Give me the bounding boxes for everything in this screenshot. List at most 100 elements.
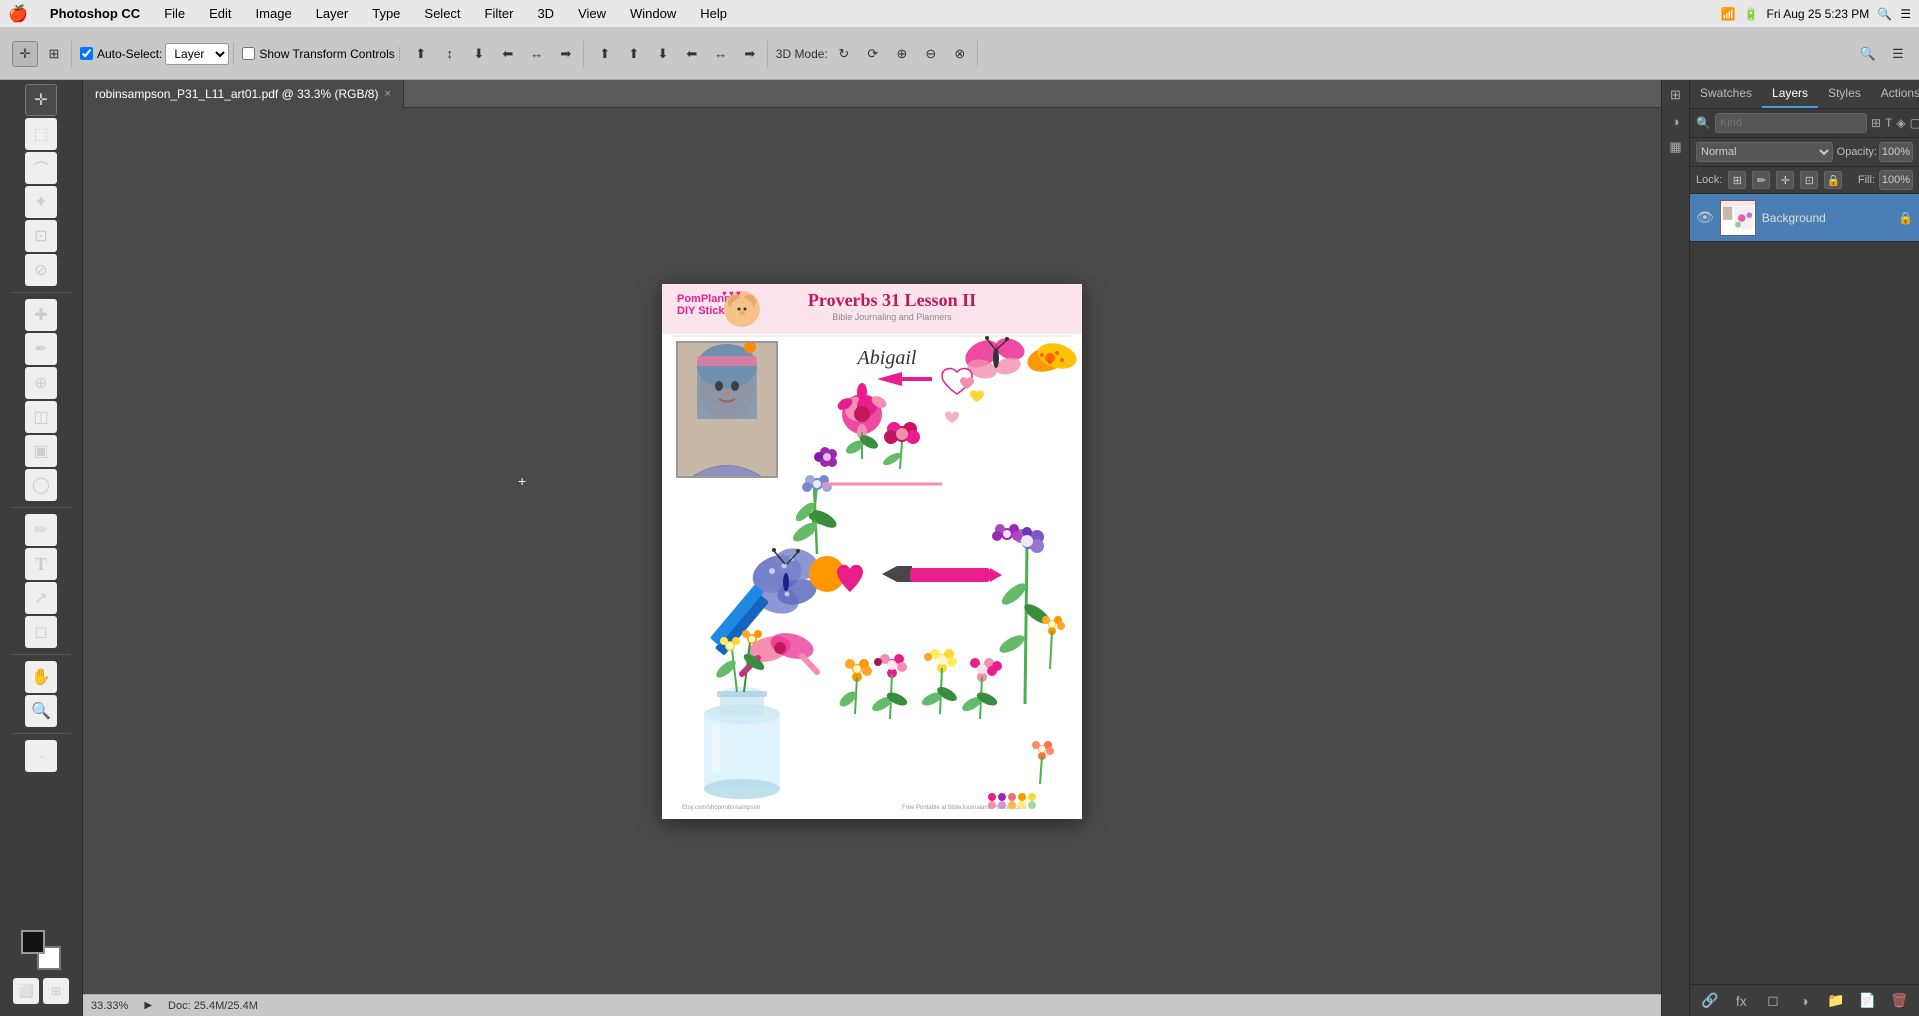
- dist-left-btn[interactable]: ⬅: [679, 41, 705, 67]
- 3dmode-slide-btn[interactable]: ⊖: [918, 41, 944, 67]
- layer-item-background[interactable]: 👁: [1690, 194, 1919, 242]
- new-layer-btn[interactable]: 📄: [1857, 990, 1879, 1012]
- more-tools-btn[interactable]: ···: [25, 740, 57, 772]
- window-menu[interactable]: Window: [624, 6, 682, 21]
- align-vcenter-btn[interactable]: ↕: [437, 41, 463, 67]
- workspace-btn[interactable]: ☰: [1885, 41, 1911, 67]
- blend-mode-select[interactable]: Normal Multiply Screen Overlay: [1696, 142, 1833, 162]
- shape-tool-left[interactable]: ◻: [25, 616, 57, 648]
- crop-tool-left[interactable]: ⊡: [25, 220, 57, 252]
- lock-artboard-btn[interactable]: ⊡: [1800, 171, 1818, 189]
- tab-close-btn[interactable]: ×: [384, 88, 390, 100]
- document-tab[interactable]: robinsampson_P31_L11_art01.pdf @ 33.3% (…: [83, 80, 404, 108]
- 3dmode-scale-btn[interactable]: ⊗: [947, 41, 973, 67]
- filter-adjust-icon[interactable]: T: [1885, 116, 1892, 130]
- zoom-tool-left[interactable]: 🔍: [25, 695, 57, 727]
- dist-top-btn[interactable]: ⬆: [592, 41, 618, 67]
- eraser-tool-left[interactable]: ◫: [25, 401, 57, 433]
- search-icon[interactable]: 🔍: [1877, 7, 1892, 21]
- align-bottom-btn[interactable]: ⬇: [466, 41, 492, 67]
- delete-layer-btn[interactable]: 🗑: [1888, 990, 1910, 1012]
- select-menu[interactable]: Select: [418, 6, 466, 21]
- marquee-tool-left[interactable]: ⬚: [25, 118, 57, 150]
- opacity-input[interactable]: [1879, 142, 1913, 162]
- edit-menu[interactable]: Edit: [203, 6, 237, 21]
- tab-actions[interactable]: Actions: [1871, 80, 1919, 108]
- apple-menu[interactable]: 🍎: [8, 4, 28, 24]
- help-menu[interactable]: Help: [694, 6, 733, 21]
- filter-pixel-icon[interactable]: ⊞: [1871, 116, 1881, 130]
- align-left-btn[interactable]: ⬅: [495, 41, 521, 67]
- lock-position-btn[interactable]: ✛: [1776, 171, 1794, 189]
- filter-menu[interactable]: Filter: [479, 6, 520, 21]
- adjustment-layer-btn[interactable]: ◑: [1793, 990, 1815, 1012]
- layer-mask-btn[interactable]: ◻: [1762, 990, 1784, 1012]
- foreground-background-colors[interactable]: [21, 930, 61, 970]
- filter-shape-icon[interactable]: ▢: [1910, 116, 1919, 130]
- quick-mask-btn[interactable]: ⬜: [13, 978, 39, 1004]
- layer-menu[interactable]: Layer: [310, 6, 355, 21]
- layer-list[interactable]: 👁: [1690, 194, 1919, 984]
- brush-tool-left[interactable]: ✒: [25, 333, 57, 365]
- type-tool-left[interactable]: T: [25, 548, 57, 580]
- canvas-scroll[interactable]: + PomPlanner DIY Stickers: [83, 108, 1661, 994]
- pen-tool-left[interactable]: ✏: [25, 514, 57, 546]
- hand-tool-left[interactable]: ✋: [25, 661, 57, 693]
- 3dmode-pan-btn[interactable]: ⊕: [889, 41, 915, 67]
- 3dmode-roll-btn[interactable]: ⟳: [860, 41, 886, 67]
- move-tool-btn[interactable]: ✛: [12, 41, 38, 67]
- autoselect-checkbox-label[interactable]: Auto-Select:: [80, 47, 162, 61]
- dist-right-btn[interactable]: ➡: [737, 41, 763, 67]
- show-transform-label[interactable]: Show Transform Controls: [242, 47, 394, 61]
- 3d-menu[interactable]: 3D: [531, 6, 560, 21]
- eyedropper-tool-left[interactable]: ⊘: [25, 254, 57, 286]
- tab-styles[interactable]: Styles: [1818, 80, 1871, 108]
- lasso-tool-left[interactable]: ⌒: [25, 152, 57, 184]
- dist-bottom-btn[interactable]: ⬇: [650, 41, 676, 67]
- link-layers-btn[interactable]: 🔗: [1699, 990, 1721, 1012]
- move-tool-left[interactable]: ✛: [25, 84, 57, 116]
- lock-all-btn[interactable]: 🔒: [1824, 171, 1842, 189]
- screen-mode-btn[interactable]: ⊞: [43, 978, 69, 1004]
- foreground-color-swatch[interactable]: [21, 930, 45, 954]
- search-btn[interactable]: 🔍: [1855, 41, 1881, 67]
- new-group-btn[interactable]: 📁: [1825, 990, 1847, 1012]
- layers-search-input[interactable]: [1715, 113, 1867, 133]
- layer-visibility-eye[interactable]: 👁: [1696, 209, 1714, 226]
- tab-swatches[interactable]: Swatches: [1690, 80, 1762, 108]
- app-name-menu[interactable]: Photoshop CC: [44, 6, 146, 21]
- autoselect-checkbox[interactable]: [80, 47, 93, 60]
- align-hcenter-btn[interactable]: ↔: [524, 41, 550, 67]
- panel-tool-icon-2[interactable]: ◑: [1665, 110, 1687, 132]
- quickselect-tool-left[interactable]: ✦: [25, 186, 57, 218]
- healing-tool-left[interactable]: ✚: [25, 299, 57, 331]
- image-menu[interactable]: Image: [250, 6, 298, 21]
- file-menu[interactable]: File: [158, 6, 191, 21]
- lock-pixels-btn[interactable]: ⊞: [1728, 171, 1746, 189]
- dist-vcenter-btn[interactable]: ⬆: [621, 41, 647, 67]
- fill-input[interactable]: [1879, 170, 1913, 190]
- panel-tool-icon-3[interactable]: ▦: [1665, 136, 1687, 158]
- view-menu[interactable]: View: [572, 6, 612, 21]
- type-menu[interactable]: Type: [366, 6, 406, 21]
- clone-tool-left[interactable]: ⊕: [25, 367, 57, 399]
- align-right-btn[interactable]: ➡: [553, 41, 579, 67]
- notification-icon[interactable]: ☰: [1900, 7, 1911, 21]
- battery-icon: 🔋: [1744, 7, 1759, 21]
- layer-style-btn[interactable]: fx: [1730, 990, 1752, 1012]
- panel-tool-icon-1[interactable]: ⊞: [1665, 84, 1687, 106]
- dodge-tool-left[interactable]: ◯: [25, 469, 57, 501]
- gradient-tool-left[interactable]: ▣: [25, 435, 57, 467]
- show-transform-checkbox[interactable]: [242, 47, 255, 60]
- path-select-tool-left[interactable]: ↗: [25, 582, 57, 614]
- 3dmode-rotate-btn[interactable]: ↻: [831, 41, 857, 67]
- lock-image-btn[interactable]: ✏: [1752, 171, 1770, 189]
- status-bar: 33.33% ▶ Doc: 25.4M/25.4M: [83, 994, 1661, 1016]
- align-top-btn[interactable]: ⬆: [408, 41, 434, 67]
- autoselect-select[interactable]: Layer Group: [165, 43, 229, 65]
- tab-layers[interactable]: Layers: [1762, 80, 1818, 108]
- dist-hcenter-btn[interactable]: ↔: [708, 41, 734, 67]
- align-group: ⬆ ↕ ⬇ ⬅ ↔ ➡: [404, 41, 584, 67]
- artboard-tool-btn[interactable]: ⊞: [41, 41, 67, 67]
- filter-type-icon[interactable]: ◈: [1896, 116, 1905, 130]
